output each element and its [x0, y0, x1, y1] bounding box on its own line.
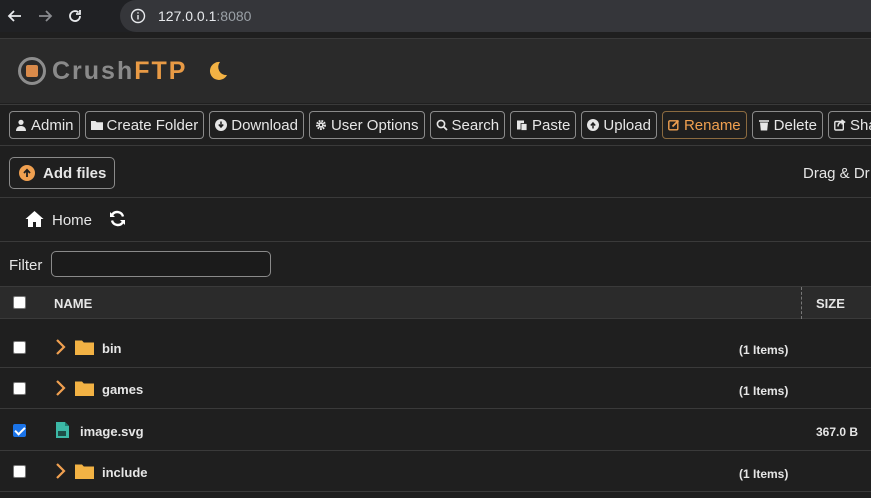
- reload-button[interactable]: [60, 1, 90, 31]
- row-item-count: (1 Items): [739, 343, 789, 357]
- share-label: Share: [850, 116, 871, 134]
- trash-icon: [758, 120, 769, 131]
- row-size: 367.0 B: [816, 425, 859, 439]
- add-files-button[interactable]: Add files: [9, 157, 115, 189]
- share-button[interactable]: Share: [828, 111, 871, 139]
- filter-input[interactable]: [51, 251, 271, 277]
- column-resize-handle[interactable]: [801, 287, 802, 319]
- chevron-right-icon[interactable]: [55, 462, 66, 480]
- gear-icon: [315, 120, 326, 130]
- column-header-name[interactable]: NAME: [54, 296, 92, 311]
- search-icon: [436, 119, 448, 131]
- upload-area: Add files Drag & Dr: [0, 147, 871, 198]
- info-icon: [130, 8, 146, 24]
- row-name[interactable]: include: [102, 465, 148, 480]
- folder-icon: [75, 381, 94, 396]
- upload-label: Upload: [603, 116, 651, 134]
- url-host: 127.0.0.1: [158, 8, 217, 24]
- rename-label: Rename: [683, 116, 741, 134]
- add-files-label: Add files: [43, 164, 107, 182]
- table-row[interactable]: image.svg 367.0 B: [0, 410, 871, 451]
- arrow-left-icon: [7, 10, 21, 22]
- folder-icon: [75, 464, 94, 479]
- chevron-right-icon[interactable]: [55, 379, 66, 397]
- home-icon[interactable]: [25, 210, 44, 228]
- back-button[interactable]: [0, 1, 30, 31]
- paste-button[interactable]: Paste: [510, 111, 577, 139]
- rename-button[interactable]: Rename: [661, 111, 747, 139]
- folder-icon: [75, 340, 94, 355]
- moon-icon[interactable]: [205, 59, 229, 83]
- create-folder-button[interactable]: Create Folder: [84, 111, 205, 139]
- row-item-count: (1 Items): [739, 467, 789, 481]
- row-checkbox[interactable]: [13, 382, 26, 395]
- logo-text: CrushFTP: [52, 56, 188, 85]
- delete-button[interactable]: Delete: [751, 111, 824, 139]
- admin-button[interactable]: Admin: [9, 111, 80, 139]
- search-label: Search: [451, 116, 500, 134]
- select-all-checkbox[interactable]: [13, 296, 26, 309]
- user-options-label: User Options: [330, 116, 419, 134]
- upload-circle-icon: [19, 165, 35, 181]
- user-options-button[interactable]: User Options: [308, 111, 425, 139]
- chevron-right-icon[interactable]: [55, 338, 66, 356]
- table-row[interactable]: include (1 Items): [0, 451, 871, 492]
- browser-toolbar: 127.0.0.1:8080: [0, 0, 871, 32]
- folder-icon: [90, 121, 103, 130]
- refresh-icon[interactable]: [109, 210, 126, 227]
- row-item-count: (1 Items): [739, 384, 789, 398]
- action-toolbar: Admin Create Folder Download User Option…: [0, 104, 871, 146]
- breadcrumb-home[interactable]: Home: [52, 212, 92, 229]
- app-header: CrushFTP: [0, 38, 871, 103]
- row-checkbox[interactable]: [13, 424, 26, 437]
- logo-mark-icon: [18, 57, 46, 85]
- table-row[interactable]: games (1 Items): [0, 368, 871, 409]
- row-checkbox[interactable]: [13, 465, 26, 478]
- upload-button[interactable]: Upload: [581, 111, 657, 139]
- filter-label: Filter: [9, 257, 43, 274]
- paste-icon: [517, 120, 528, 131]
- user-icon: [16, 119, 26, 131]
- download-label: Download: [231, 116, 298, 134]
- column-header-size[interactable]: SIZE: [816, 296, 845, 311]
- download-button[interactable]: Download: [209, 111, 304, 139]
- forward-button[interactable]: [30, 1, 60, 31]
- search-button[interactable]: Search: [429, 111, 506, 139]
- filter-bar: Filter: [0, 242, 871, 286]
- edit-icon: [668, 119, 680, 131]
- paste-label: Paste: [532, 116, 571, 134]
- file-image-icon: [56, 422, 69, 438]
- drag-drop-hint: Drag & Dr: [803, 165, 870, 182]
- address-bar[interactable]: 127.0.0.1:8080: [120, 0, 871, 32]
- admin-label: Admin: [31, 116, 74, 134]
- upload-icon: [587, 119, 600, 131]
- arrow-right-icon: [39, 10, 53, 22]
- row-name[interactable]: bin: [102, 341, 122, 356]
- breadcrumb: Home: [0, 198, 871, 242]
- row-name[interactable]: games: [102, 382, 143, 397]
- reload-icon: [69, 10, 81, 22]
- share-icon: [834, 119, 846, 131]
- table-row[interactable]: bin (1 Items): [0, 327, 871, 368]
- row-checkbox[interactable]: [13, 341, 26, 354]
- create-folder-label: Create Folder: [106, 116, 199, 134]
- url-port: :8080: [216, 8, 252, 24]
- crushftp-logo[interactable]: CrushFTP: [18, 57, 187, 86]
- table-header: NAME SIZE: [0, 286, 871, 319]
- delete-label: Delete: [773, 116, 818, 134]
- row-name[interactable]: image.svg: [80, 424, 144, 439]
- download-icon: [215, 119, 228, 131]
